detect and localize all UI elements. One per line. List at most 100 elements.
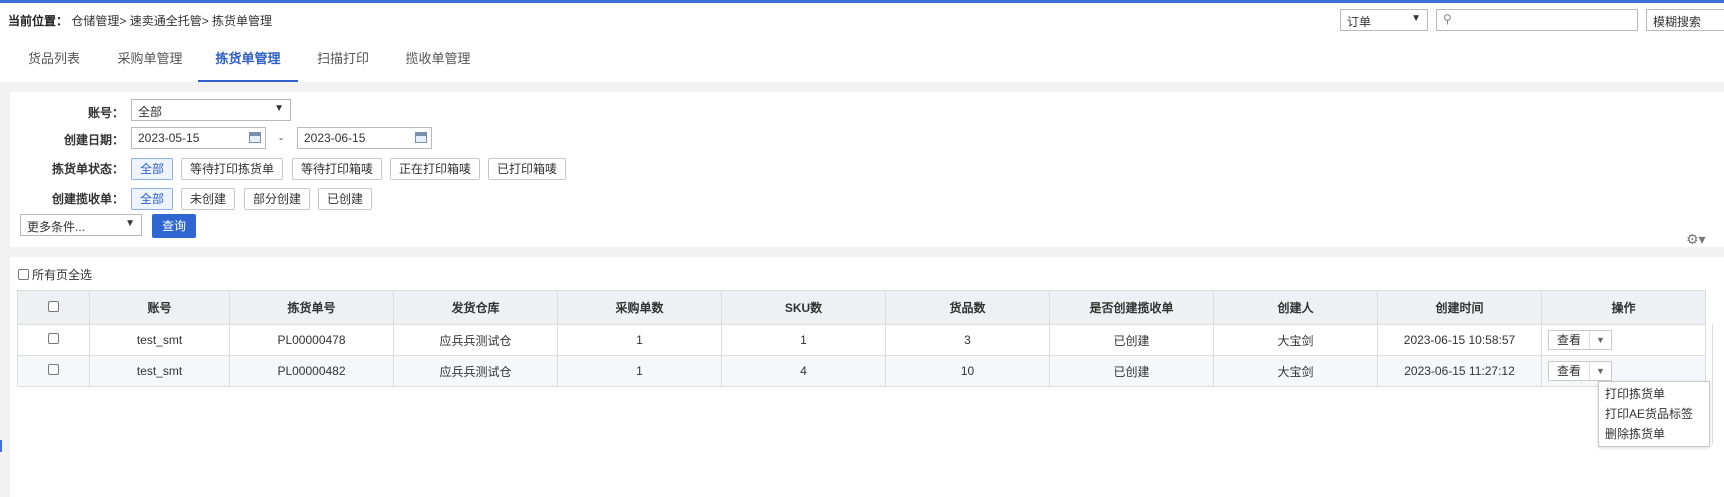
chevron-down-icon[interactable]: ▼ xyxy=(1590,366,1611,376)
view-split-button[interactable]: 查看 ▼ xyxy=(1548,361,1612,381)
chevron-down-icon[interactable]: ▼ xyxy=(1590,335,1611,345)
fuzzy-search-button[interactable]: 模糊搜索 xyxy=(1646,9,1724,31)
status-chip-wait-print-pick[interactable]: 等待打印拣货单 xyxy=(181,158,284,180)
row-select xyxy=(17,324,90,356)
date-from-value: 2023-05-15 xyxy=(138,131,200,145)
header-created-at: 创建时间 xyxy=(1377,290,1542,325)
divider-band xyxy=(0,82,1724,92)
table-header-row: 账号 拣货单号 发货仓库 采购单数 SKU数 货品数 是否创建揽收单 创建人 创… xyxy=(17,290,1706,325)
top-accent-line xyxy=(0,0,1724,3)
status-chip-wait-print-label[interactable]: 等待打印箱唛 xyxy=(292,158,383,180)
cell-goods-count: 3 xyxy=(885,324,1050,356)
row-checkbox[interactable] xyxy=(48,333,59,344)
calendar-icon[interactable] xyxy=(249,132,261,143)
more-conditions-select[interactable]: 更多条件... ▼ xyxy=(20,214,142,236)
chevron-down-icon: ▼ xyxy=(125,218,135,229)
header-goods-count: 货品数 xyxy=(885,290,1050,325)
search-icon: ⚲ xyxy=(1443,12,1452,26)
cell-creator: 大宝剑 xyxy=(1213,324,1378,356)
cell-sku-count: 4 xyxy=(721,355,886,387)
tab-collection-orders[interactable]: 揽收单管理 xyxy=(392,38,484,80)
row-select xyxy=(17,355,90,387)
status-chip-printing-label[interactable]: 正在打印箱唛 xyxy=(390,158,481,180)
tab-goods-list[interactable]: 货品列表 xyxy=(14,38,94,80)
cell-sku-count: 1 xyxy=(721,324,886,356)
collect-chip-partial[interactable]: 部分创建 xyxy=(244,188,311,210)
create-date-label: 创建日期： xyxy=(63,133,124,147)
cell-creator: 大宝剑 xyxy=(1213,355,1378,387)
header-select xyxy=(17,290,90,325)
header-collect-created: 是否创建揽收单 xyxy=(1049,290,1214,325)
action-dropdown-menu: 打印拣货单 打印AE货品标签 删除拣货单 xyxy=(1598,381,1710,447)
create-collection-label: 创建揽收单： xyxy=(51,192,124,206)
select-all-pages[interactable]: 所有页全选 xyxy=(18,266,92,283)
header-account: 账号 xyxy=(89,290,230,325)
breadcrumb-path: 仓储管理> 速卖通全托管> 拣货单管理 xyxy=(71,14,273,28)
tab-pick-list[interactable]: 拣货单管理 xyxy=(198,38,298,82)
left-gutter xyxy=(0,82,10,497)
calendar-icon[interactable] xyxy=(415,132,427,143)
header-actions: 操作 xyxy=(1541,290,1706,325)
select-all-pages-label: 所有页全选 xyxy=(32,268,93,282)
account-select-value: 全部 xyxy=(138,105,163,119)
fuzzy-search-label: 模糊搜索 xyxy=(1653,15,1702,29)
menu-item-print-pick-list[interactable]: 打印拣货单 xyxy=(1599,384,1709,404)
gear-icon[interactable]: ⚙▾ xyxy=(1686,231,1706,248)
date-to-value: 2023-06-15 xyxy=(304,131,366,145)
query-button[interactable]: 查询 xyxy=(152,214,197,238)
account-label: 账号： xyxy=(87,106,124,120)
view-button[interactable]: 查看 xyxy=(1549,331,1591,349)
cell-created-at: 2023-06-15 11:27:12 xyxy=(1377,355,1542,387)
cell-warehouse: 应兵兵测试仓 xyxy=(393,355,558,387)
pick-list-table: 账号 拣货单号 发货仓库 采购单数 SKU数 货品数 是否创建揽收单 创建人 创… xyxy=(17,290,1706,387)
search-type-value: 订单 xyxy=(1347,15,1372,29)
cell-po-count: 1 xyxy=(557,324,722,356)
cell-po-count: 1 xyxy=(557,355,722,387)
chevron-down-icon: ▼ xyxy=(1411,13,1421,24)
tab-purchase-orders[interactable]: 采购单管理 xyxy=(104,38,196,80)
search-type-select[interactable]: 订单 ▼ xyxy=(1340,9,1428,31)
table-row: test_smt PL00000482 应兵兵测试仓 1 4 10 已创建 大宝… xyxy=(17,355,1706,387)
pick-status-label: 拣货单状态： xyxy=(51,162,124,176)
breadcrumb: 当前位置： 仓储管理> 速卖通全托管> 拣货单管理 xyxy=(8,12,272,29)
header-po-count: 采购单数 xyxy=(557,290,722,325)
select-all-pages-checkbox[interactable] xyxy=(18,269,29,280)
cell-actions: 查看 ▼ xyxy=(1541,324,1706,356)
select-all-checkbox[interactable] xyxy=(48,300,59,312)
menu-item-print-ae-label[interactable]: 打印AE货品标签 xyxy=(1599,404,1709,424)
cell-pick-no: PL00000482 xyxy=(229,355,394,387)
tab-scan-print[interactable]: 扫描打印 xyxy=(308,38,378,80)
search-input[interactable]: ⚲ xyxy=(1436,9,1638,31)
cell-created-at: 2023-06-15 10:58:57 xyxy=(1377,324,1542,356)
collect-chip-all[interactable]: 全部 xyxy=(131,188,174,210)
view-split-button[interactable]: 查看 ▼ xyxy=(1548,330,1612,350)
cell-account: test_smt xyxy=(89,355,230,387)
account-select[interactable]: 全部 ▼ xyxy=(131,99,291,121)
chevron-down-icon: ▼ xyxy=(274,103,284,114)
header-sku-count: SKU数 xyxy=(721,290,886,325)
more-conditions-value: 更多条件... xyxy=(27,220,86,234)
scroll-edge xyxy=(1712,324,1713,444)
cell-collect-created: 已创建 xyxy=(1049,355,1214,387)
date-from-input[interactable]: 2023-05-15 xyxy=(131,127,266,149)
table-row: test_smt PL00000478 应兵兵测试仓 1 1 3 已创建 大宝剑… xyxy=(17,324,1706,356)
status-chip-printed-label[interactable]: 已打印箱唛 xyxy=(488,158,567,180)
cell-pick-no: PL00000478 xyxy=(229,324,394,356)
divider-band xyxy=(0,247,1724,257)
collect-chip-created[interactable]: 已创建 xyxy=(318,188,373,210)
cell-goods-count: 10 xyxy=(885,355,1050,387)
tab-bar: 货品列表 采购单管理 拣货单管理 扫描打印 揽收单管理 xyxy=(0,38,1724,82)
side-tab-handle[interactable] xyxy=(0,440,2,452)
header-creator: 创建人 xyxy=(1213,290,1378,325)
menu-item-delete-pick-list[interactable]: 删除拣货单 xyxy=(1599,424,1709,444)
cell-warehouse: 应兵兵测试仓 xyxy=(393,324,558,356)
collect-chip-not-created[interactable]: 未创建 xyxy=(181,188,236,210)
header-pick-no: 拣货单号 xyxy=(229,290,394,325)
cell-collect-created: 已创建 xyxy=(1049,324,1214,356)
cell-account: test_smt xyxy=(89,324,230,356)
row-checkbox[interactable] xyxy=(48,364,59,375)
view-button[interactable]: 查看 xyxy=(1549,362,1591,380)
date-to-input[interactable]: 2023-06-15 xyxy=(297,127,432,149)
breadcrumb-label: 当前位置： xyxy=(8,14,69,28)
status-chip-all[interactable]: 全部 xyxy=(131,158,174,180)
